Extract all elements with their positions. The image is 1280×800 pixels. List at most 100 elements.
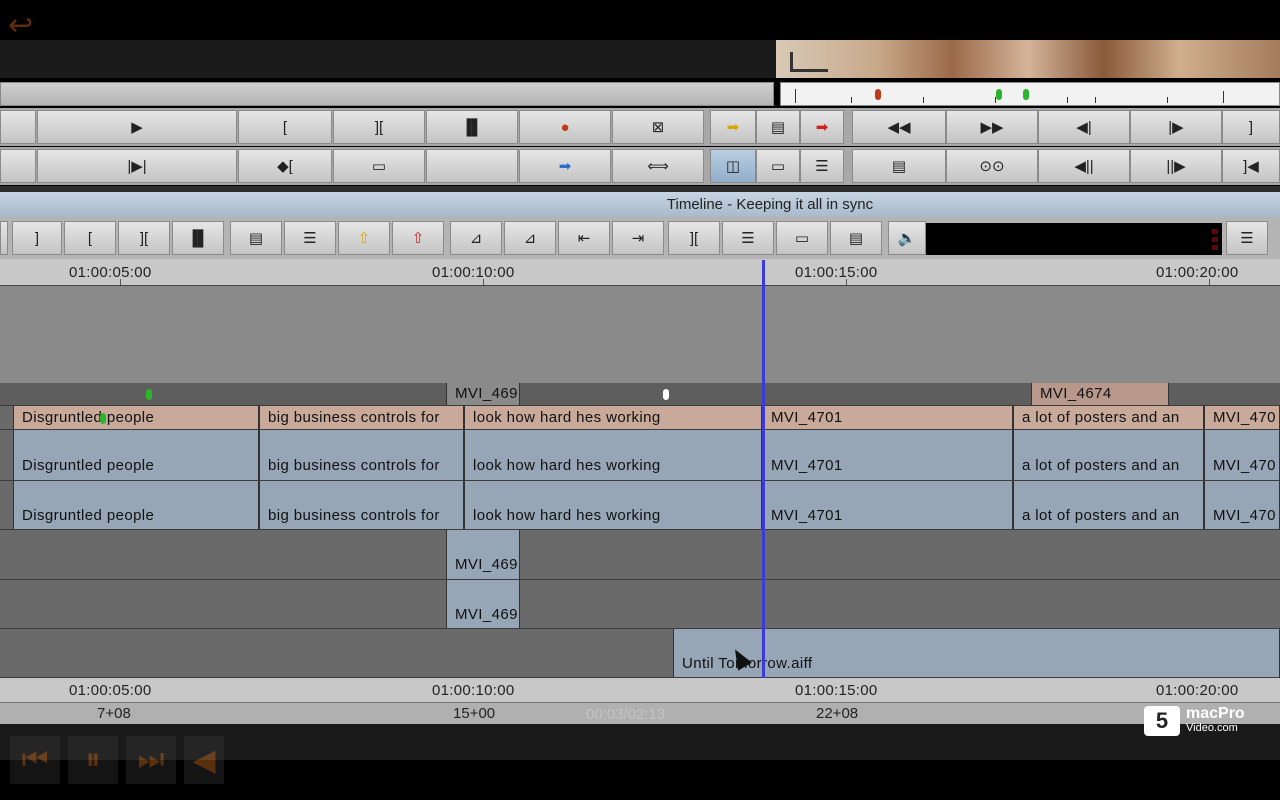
play-button[interactable]: ▶ <box>37 110 237 144</box>
clip[interactable]: MVI_4701 <box>762 481 1013 529</box>
volume-icon[interactable]: ◀ <box>184 736 224 784</box>
mark-out-button[interactable]: ] <box>1222 110 1280 144</box>
add-edit-button[interactable]: ][ <box>668 221 720 255</box>
track-v2[interactable]: MVI_469 MVI_4674 <box>0 383 1280 406</box>
button-blank-2[interactable] <box>426 149 518 183</box>
clear-marks-button[interactable]: ▐▌ <box>172 221 224 255</box>
timeline-empty-area[interactable] <box>0 286 1280 383</box>
clip[interactable]: a lot of posters and an <box>1013 430 1204 480</box>
lift-button[interactable]: ⇧ <box>338 221 390 255</box>
clip[interactable]: Disgruntled people <box>13 481 259 529</box>
match-frame-button[interactable]: ⊠ <box>612 110 704 144</box>
lift-button[interactable]: ➡ <box>710 110 756 144</box>
clip[interactable]: MVI_4674 <box>1031 383 1169 405</box>
clip[interactable]: MVI_469 <box>446 383 520 405</box>
audio-button[interactable]: 🔈 <box>888 221 926 255</box>
track-select-button[interactable]: ☰ <box>722 221 774 255</box>
button-blank[interactable] <box>0 149 36 183</box>
top-tail-button[interactable]: ▤ <box>756 110 800 144</box>
pause-icon[interactable]: ⏸ <box>68 736 118 784</box>
segment-mode-button[interactable]: ◫ <box>710 149 756 183</box>
prev-edit-button[interactable]: ◀|| <box>1038 149 1130 183</box>
record-position-bar[interactable] <box>780 82 1280 106</box>
track-a1[interactable]: Disgruntled people big business controls… <box>0 430 1280 481</box>
subclip-button[interactable]: ▭ <box>776 221 828 255</box>
clip[interactable]: big business controls for <box>259 430 464 480</box>
ripple-right-button[interactable]: ⇥ <box>612 221 664 255</box>
clear-marks-button[interactable]: ▐▌ <box>426 110 518 144</box>
marker-green-icon[interactable] <box>996 89 1002 100</box>
clip[interactable]: look how hard hes working <box>464 406 762 429</box>
trim-left-button[interactable]: ⊿ <box>450 221 502 255</box>
add-marker-button[interactable]: ● <box>519 110 611 144</box>
clip[interactable]: Disgruntled people <box>13 430 259 480</box>
timecode-ruler-top[interactable]: 01:00:05:00 01:00:10:00 01:00:15:00 01:0… <box>0 259 1280 287</box>
timecode-ruler-bottom[interactable]: 01:00:05:00 01:00:10:00 01:00:15:00 01:0… <box>0 678 1280 702</box>
clip[interactable]: MVI_470 <box>1204 406 1280 429</box>
playhead[interactable] <box>762 260 765 724</box>
effect-editor-button[interactable]: ☰ <box>800 149 844 183</box>
link-button[interactable]: ⊙⊙ <box>946 149 1038 183</box>
fast-forward-button[interactable]: ▶▶ <box>946 110 1038 144</box>
clip[interactable]: MVI_470 <box>1204 430 1280 480</box>
trim-right-button[interactable]: ⊿ <box>504 221 556 255</box>
button-edge[interactable] <box>0 221 8 255</box>
mark-in-button[interactable]: [ <box>238 110 332 144</box>
play-to-out-button[interactable]: |▶| <box>37 149 237 183</box>
tail-button[interactable]: ☰ <box>284 221 336 255</box>
splice-in-button[interactable]: ➡ <box>519 149 611 183</box>
ripple-left-button[interactable]: ⇤ <box>558 221 610 255</box>
go-to-in-button[interactable]: ◆[ <box>238 149 332 183</box>
clip[interactable]: MVI_469 <box>446 580 520 628</box>
timeline-view-button[interactable]: ▤ <box>830 221 882 255</box>
clip[interactable]: a lot of posters and an <box>1013 406 1204 429</box>
rewind-button[interactable]: ◀◀ <box>852 110 946 144</box>
track-a3[interactable]: MVI_469 <box>0 530 1280 580</box>
next-edit-button[interactable]: ||▶ <box>1130 149 1222 183</box>
track-v1[interactable]: Disgruntled people big business controls… <box>0 406 1280 430</box>
back-arrow-icon[interactable]: ↩ <box>8 10 64 42</box>
button-blank[interactable] <box>0 110 36 144</box>
mark-clip-button[interactable]: ][ <box>118 221 170 255</box>
track-a4[interactable]: MVI_469 <box>0 580 1280 629</box>
ruler-label: 01:00:20:00 <box>1156 682 1239 699</box>
go-to-in-icon: ◆[ <box>277 157 293 175</box>
top-icon: ▤ <box>248 229 264 247</box>
step-back-button[interactable]: ◀| <box>1038 110 1130 144</box>
top-button[interactable]: ▤ <box>230 221 282 255</box>
clip[interactable]: MVI_469 <box>446 530 520 579</box>
clip[interactable]: a lot of posters and an <box>1013 481 1204 529</box>
track-a2[interactable]: Disgruntled people big business controls… <box>0 481 1280 530</box>
clip[interactable]: big business controls for <box>259 406 464 429</box>
subclip-button[interactable]: ▭ <box>333 149 425 183</box>
toggle-source-record-button[interactable]: ▭ <box>756 149 800 183</box>
mark-in-button[interactable]: [ <box>64 221 116 255</box>
extract-button[interactable]: ⇧ <box>392 221 444 255</box>
clip[interactable]: MVI_4701 <box>762 406 1013 429</box>
marker-green-icon[interactable] <box>146 389 152 400</box>
fit-to-window-button[interactable]: ⟺ <box>612 149 704 183</box>
next-icon[interactable]: ⏭ <box>126 736 176 784</box>
marker-red-icon[interactable] <box>875 89 881 100</box>
clip[interactable]: look how hard hes working <box>464 430 762 480</box>
step-forward-button[interactable]: |▶ <box>1130 110 1222 144</box>
clip[interactable]: MVI_4701 <box>762 430 1013 480</box>
extract-button[interactable]: ➡ <box>800 110 844 144</box>
mark-clip-button[interactable]: ][ <box>333 110 425 144</box>
go-to-out-icon: ]◀ <box>1243 157 1259 175</box>
go-to-out-button[interactable]: ]◀ <box>1222 149 1280 183</box>
marker-green-icon[interactable] <box>1023 89 1029 100</box>
clip[interactable]: look how hard hes working <box>464 481 762 529</box>
clip[interactable]: big business controls for <box>259 481 464 529</box>
previous-icon[interactable]: ⏮ <box>10 736 60 784</box>
track-a5[interactable]: Until Tomorrow.aiff <box>0 629 1280 678</box>
mark-out-button[interactable]: ] <box>12 221 62 255</box>
marker-green-icon[interactable] <box>100 413 106 424</box>
timeline-menu-button[interactable]: ☰ <box>1226 221 1268 255</box>
clip[interactable]: Disgruntled people <box>13 406 259 429</box>
clip[interactable]: MVI_470 <box>1204 481 1280 529</box>
bin-view-button[interactable]: ▤ <box>852 149 946 183</box>
marker-white-icon[interactable] <box>663 389 669 400</box>
segment-mode-icon: ◫ <box>725 157 741 175</box>
source-position-bar[interactable] <box>0 82 774 106</box>
